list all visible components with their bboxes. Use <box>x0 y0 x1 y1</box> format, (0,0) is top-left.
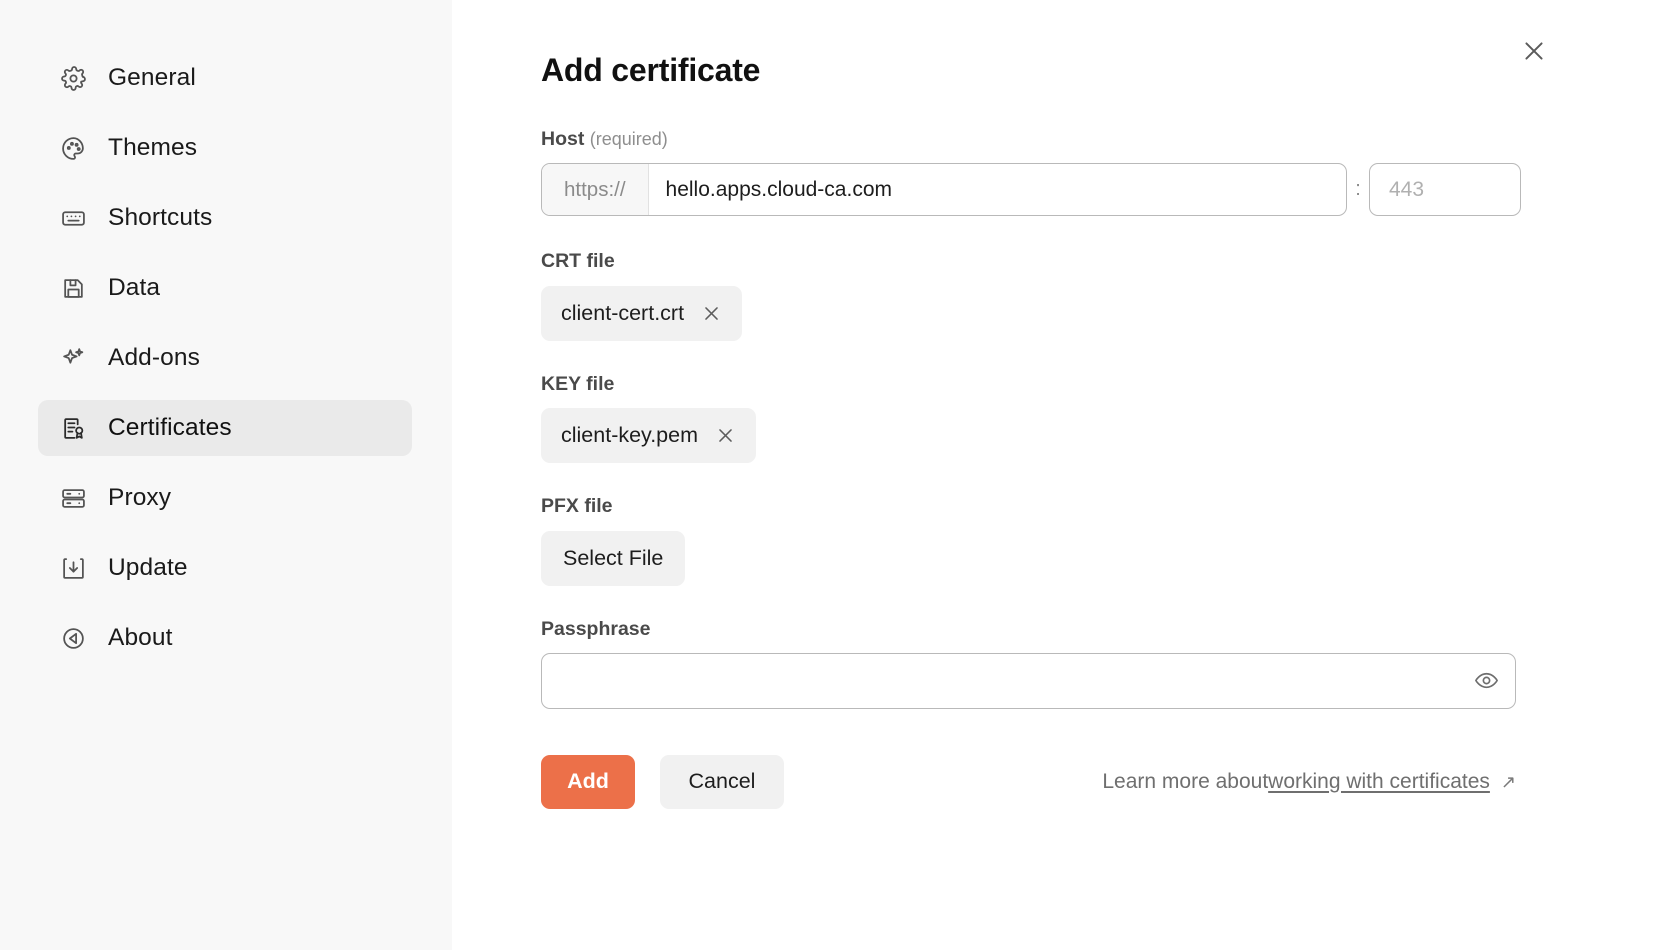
keyboard-icon <box>60 205 86 231</box>
sidebar-item-label: General <box>108 63 196 91</box>
host-label-text: Host <box>541 128 585 150</box>
sidebar-item-proxy[interactable]: Proxy <box>38 470 412 526</box>
host-required-note: (required) <box>589 129 668 149</box>
sidebar-item-label: Certificates <box>108 413 232 441</box>
close-icon[interactable] <box>1516 33 1552 69</box>
eye-icon[interactable] <box>1472 667 1500 695</box>
form-content: Add certificate Host (required) https://… <box>452 0 1572 809</box>
working-with-certificates-link[interactable]: working with certificates <box>1268 770 1490 794</box>
sidebar-item-add-ons[interactable]: Add-ons <box>38 330 412 386</box>
key-file-name: client-key.pem <box>561 422 699 447</box>
download-icon <box>60 555 86 581</box>
close-icon[interactable] <box>700 302 722 324</box>
host-scheme-prefix: https:// <box>542 164 649 216</box>
palette-icon <box>60 135 86 161</box>
sidebar-item-about[interactable]: About <box>38 610 412 666</box>
port-input[interactable] <box>1369 163 1521 217</box>
crt-file-group: CRT file client-cert.crt <box>541 250 1572 341</box>
sidebar-item-label: Update <box>108 553 188 581</box>
info-circle-icon <box>60 625 86 651</box>
sidebar-item-label: Add-ons <box>108 343 200 371</box>
learn-more-prefix: Learn more about <box>1102 769 1269 793</box>
cancel-button[interactable]: Cancel <box>660 754 784 809</box>
sidebar-item-label: Shortcuts <box>108 203 213 231</box>
host-port-separator: : <box>1355 178 1361 201</box>
sidebar-item-data[interactable]: Data <box>38 260 412 316</box>
add-certificate-panel: Add certificate Host (required) https://… <box>452 0 1670 950</box>
select-file-button[interactable]: Select File <box>541 530 686 586</box>
host-input[interactable] <box>648 164 1346 216</box>
crt-file-chip: client-cert.crt <box>541 285 743 341</box>
pfx-file-group: PFX file Select File <box>541 495 1572 586</box>
server-icon <box>60 485 86 511</box>
add-button[interactable]: Add <box>541 754 635 809</box>
sidebar-item-label: About <box>108 623 173 651</box>
sparkles-icon <box>60 345 86 371</box>
host-field-group: Host (required) https:// : <box>541 128 1572 217</box>
external-link-icon: ↗ <box>1500 771 1516 792</box>
pfx-file-label: PFX file <box>541 495 613 518</box>
sidebar-item-label: Proxy <box>108 483 172 511</box>
sidebar-item-label: Themes <box>108 133 198 161</box>
floppy-disk-icon <box>60 275 86 301</box>
host-label: Host (required) <box>541 128 1572 151</box>
sidebar-item-update[interactable]: Update <box>38 540 412 596</box>
sidebar-item-general[interactable]: General <box>38 50 412 106</box>
sidebar-nav: General Themes Shortcuts Data Add-ons Ce… <box>0 50 452 680</box>
host-input-wrapper: https:// <box>541 163 1347 217</box>
page-title: Add certificate <box>541 52 761 88</box>
sidebar-item-themes[interactable]: Themes <box>38 120 412 176</box>
crt-file-name: client-cert.crt <box>561 300 685 325</box>
sidebar-item-label: Data <box>108 273 161 301</box>
gear-icon <box>60 65 86 91</box>
settings-window: General Themes Shortcuts Data Add-ons Ce… <box>0 0 1670 950</box>
passphrase-input-wrapper <box>541 652 1516 709</box>
key-file-group: KEY file client-key.pem <box>541 372 1572 464</box>
passphrase-label: Passphrase <box>541 617 651 640</box>
close-icon[interactable] <box>714 425 736 447</box>
settings-sidebar: General Themes Shortcuts Data Add-ons Ce… <box>0 0 452 950</box>
host-row: https:// : <box>541 163 1572 217</box>
passphrase-group: Passphrase <box>541 618 1572 709</box>
key-file-label: KEY file <box>541 372 615 395</box>
sidebar-item-certificates[interactable]: Certificates <box>38 400 412 456</box>
sidebar-item-shortcuts[interactable]: Shortcuts <box>38 190 412 246</box>
form-actions: Add Cancel Learn more about working with… <box>541 754 1516 809</box>
key-file-chip: client-key.pem <box>541 408 757 464</box>
learn-more-text: Learn more about working with certificat… <box>1102 770 1516 794</box>
passphrase-input[interactable] <box>541 652 1516 709</box>
crt-file-label: CRT file <box>541 250 615 273</box>
certificate-icon <box>60 415 86 441</box>
